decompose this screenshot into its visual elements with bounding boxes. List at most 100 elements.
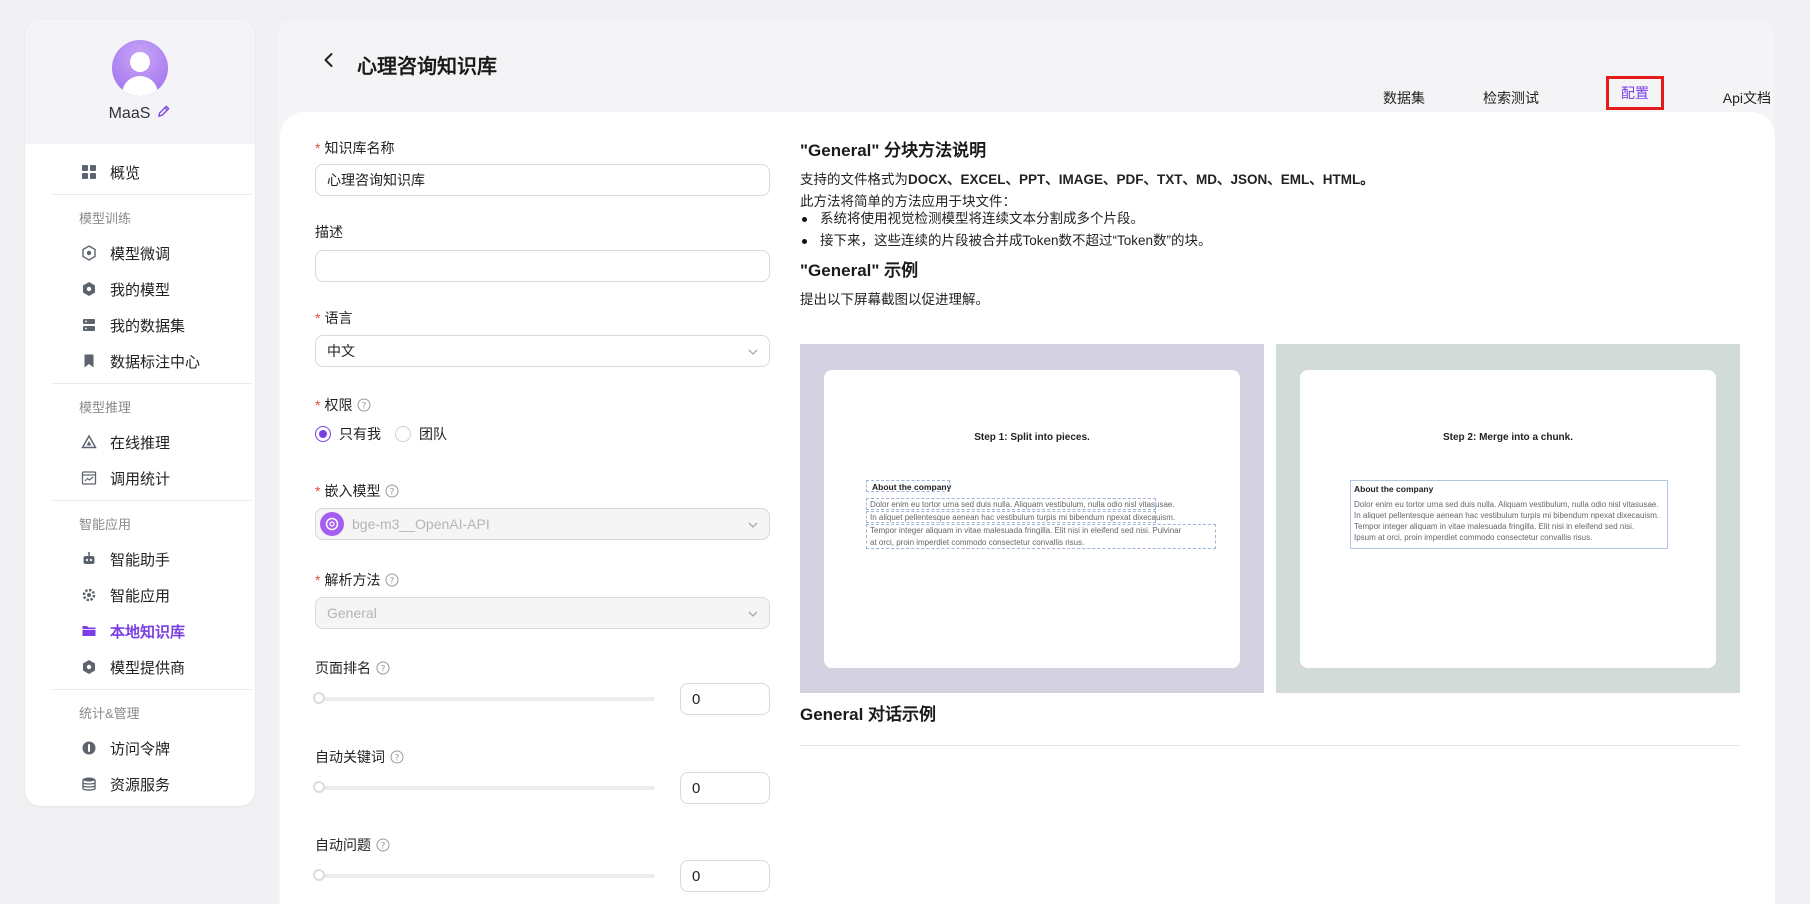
- doc-bullets: 系统将使用视觉检测模型将连续文本分割成多个片段。 接下来，这些连续的片段被合并成…: [800, 208, 1212, 252]
- sidebar-item-2-3[interactable]: 模型提供商: [39, 649, 241, 685]
- radio-team[interactable]: [395, 426, 411, 442]
- sidebar-item-3-1[interactable]: 资源服务: [39, 766, 241, 802]
- sidebar-item-0-3[interactable]: 数据标注中心: [39, 343, 241, 379]
- sidebar-item-overview[interactable]: 概览: [39, 154, 241, 190]
- tab-config[interactable]: 配置: [1606, 76, 1664, 110]
- folder-icon: [81, 623, 97, 639]
- bookmark-icon: [81, 353, 97, 369]
- robot-icon: [81, 551, 97, 567]
- radio-label-only-me: 只有我: [339, 426, 381, 442]
- example-card: Step 1: Split into pieces. About the com…: [824, 370, 1240, 668]
- description-input[interactable]: [315, 250, 770, 282]
- chunk-outline: [866, 498, 1156, 510]
- permission-radio-group: 只有我 团队: [315, 424, 461, 444]
- divider: [53, 500, 251, 501]
- sidebar-item-label: 资源服务: [110, 776, 171, 794]
- hex-icon: [81, 659, 97, 675]
- sidebar-item-1-1[interactable]: 调用统计: [39, 460, 241, 496]
- tab-api-docs[interactable]: Api文档: [1723, 82, 1771, 114]
- sidebar-item-2-0[interactable]: 智能助手: [39, 541, 241, 577]
- help-icon[interactable]: ?: [380, 571, 399, 590]
- page-rank-label: 页面排名 ?: [315, 658, 390, 678]
- menu-group-title: 模型推理: [79, 399, 132, 415]
- sidebar-item-label: 智能应用: [110, 587, 171, 605]
- sidebar: MaaS 概览 模型训练 模型微调 我的模型 我的数据集 数据标注中心 模型推理 在线推理调…: [25, 20, 255, 806]
- tab-dataset[interactable]: 数据集: [1383, 82, 1425, 114]
- page-title: 心理咨询知识库: [357, 56, 497, 78]
- sidebar-item-label: 调用统计: [110, 470, 171, 488]
- avatar[interactable]: [112, 40, 168, 96]
- doc-intro: 此方法将简单的方法应用于块文件：: [800, 194, 1016, 209]
- auto-question-label: 自动问题 ?: [315, 835, 390, 855]
- page-rank-input[interactable]: 0: [680, 683, 770, 715]
- svg-text:?: ?: [381, 664, 386, 674]
- server-icon: [81, 317, 97, 333]
- sidebar-item-label: 我的数据集: [110, 317, 186, 335]
- chevron-down-icon: [747, 345, 759, 357]
- chunk-outline: [866, 480, 950, 492]
- sidebar-item-0-0[interactable]: 模型微调: [39, 235, 241, 271]
- list-item: 接下来，这些连续的片段被合并成Token数不超过“Token数”的块。: [800, 230, 1212, 252]
- help-icon[interactable]: ?: [371, 836, 390, 855]
- tab-retrieval-test[interactable]: 检索测试: [1483, 82, 1539, 114]
- divider: [53, 689, 251, 690]
- step2-title: Step 2: Merge into a chunk.: [1442, 432, 1574, 443]
- chevron-down-icon: [747, 518, 759, 530]
- slider-handle[interactable]: [313, 781, 325, 793]
- step1-title: Step 1: Split into pieces.: [974, 432, 1090, 443]
- sidebar-item-0-1[interactable]: 我的模型: [39, 271, 241, 307]
- help-icon[interactable]: ?: [380, 482, 399, 501]
- chart-window-icon: [81, 470, 97, 486]
- embed-label: * 嵌入模型 ?: [315, 481, 399, 501]
- chunk-outline: [866, 511, 1156, 523]
- sidebar-item-label: 在线推理: [110, 434, 171, 452]
- help-icon[interactable]: ?: [371, 659, 390, 678]
- kb-name-input[interactable]: 心理咨询知识库: [315, 164, 770, 196]
- sidebar-item-3-0[interactable]: 访问令牌: [39, 730, 241, 766]
- auto-question-slider[interactable]: [313, 869, 655, 881]
- name-label: * 知识库名称: [315, 140, 395, 156]
- chunk-text-line: Tempor integer aliquam in vitae malesuad…: [1354, 522, 1635, 531]
- hex-icon: [81, 281, 97, 297]
- auto-keyword-input[interactable]: 0: [680, 772, 770, 804]
- radio-label-team: 团队: [419, 426, 447, 442]
- embedding-model-select[interactable]: bge-m3__OpenAI-API: [315, 508, 770, 540]
- auto-keyword-slider[interactable]: [313, 781, 655, 793]
- back-arrow-icon[interactable]: [319, 50, 339, 70]
- openai-logo-icon: [320, 512, 344, 536]
- sidebar-item-2-2[interactable]: 本地知识库: [39, 613, 241, 649]
- divider: [53, 194, 251, 195]
- user-name: MaaS: [108, 105, 151, 122]
- token-icon: [81, 740, 97, 756]
- parse-label: * 解析方法 ?: [315, 570, 399, 590]
- gear-hex-icon: [81, 245, 97, 261]
- help-icon[interactable]: ?: [352, 396, 371, 415]
- menu-group-title: 统计&管理: [79, 705, 140, 721]
- sidebar-item-1-0[interactable]: 在线推理: [39, 424, 241, 460]
- slider-handle[interactable]: [313, 692, 325, 704]
- svg-text:?: ?: [362, 401, 367, 411]
- sidebar-menu: 概览 模型训练 模型微调 我的模型 我的数据集 数据标注中心 模型推理 在线推理 调用统计 智能…: [25, 144, 255, 806]
- example-desc: 提出以下屏幕截图以促进理解。: [800, 292, 989, 307]
- triangle-icon: [81, 434, 97, 450]
- sidebar-item-label: 概览: [110, 164, 141, 182]
- page-rank-slider[interactable]: [313, 692, 655, 704]
- divider: [800, 745, 1740, 746]
- sidebar-item-0-2[interactable]: 我的数据集: [39, 307, 241, 343]
- auto-question-input[interactable]: 0: [680, 860, 770, 892]
- language-select[interactable]: 中文: [315, 335, 770, 367]
- sidebar-item-label: 模型微调: [110, 245, 171, 263]
- radio-only-me[interactable]: [315, 426, 331, 442]
- slider-handle[interactable]: [313, 869, 325, 881]
- sidebar-item-2-1[interactable]: 智能应用: [39, 577, 241, 613]
- parse-method-select[interactable]: General: [315, 597, 770, 629]
- main-area: 心理咨询知识库 数据集 检索测试 配置 Api文档 * 知识库名称 心理咨询知识库…: [277, 20, 1775, 904]
- sidebar-item-label: 本地知识库: [110, 623, 186, 641]
- divider: [53, 383, 251, 384]
- grid-icon: [81, 164, 97, 180]
- edit-pencil-icon[interactable]: [156, 104, 171, 124]
- gear-icon: [81, 587, 97, 603]
- chunk-heading: About the company: [1354, 484, 1434, 494]
- svg-text:?: ?: [390, 487, 395, 497]
- help-icon[interactable]: ?: [385, 748, 404, 767]
